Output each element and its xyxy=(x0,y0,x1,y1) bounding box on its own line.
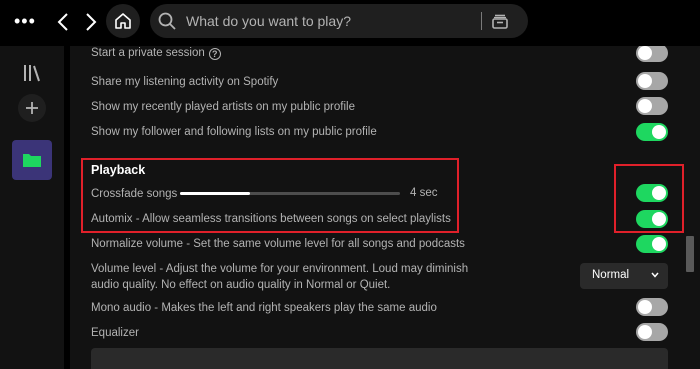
recent-artists-row: Show my recently played artists on my pu… xyxy=(91,100,355,114)
recent-artists-label: Show my recently played artists on my pu… xyxy=(91,101,355,113)
recent-artists-toggle[interactable] xyxy=(636,97,668,115)
volume-level-select[interactable]: Normal xyxy=(580,263,668,289)
scrollbar[interactable] xyxy=(686,236,694,272)
normalize-toggle[interactable] xyxy=(636,235,668,253)
follower-lists-toggle[interactable] xyxy=(636,123,668,141)
create-playlist-button[interactable] xyxy=(18,94,46,122)
search-bar xyxy=(150,4,528,38)
playback-highlight-box xyxy=(81,158,459,233)
volume-level-selected: Normal xyxy=(592,269,630,281)
share-activity-label: Share my listening activity on Spotify xyxy=(91,76,279,88)
private-session-row: Start a private session? xyxy=(91,46,221,60)
follower-lists-row: Show my follower and following lists on … xyxy=(91,125,377,139)
normalize-label: Normalize volume - Set the same volume l… xyxy=(91,238,465,250)
volume-level-label-line1: Volume level - Adjust the volume for you… xyxy=(91,263,469,275)
chevron-down-icon xyxy=(651,272,659,278)
forward-arrow-icon[interactable] xyxy=(80,10,102,34)
mono-audio-label: Mono audio - Makes the left and right sp… xyxy=(91,302,437,314)
search-input[interactable] xyxy=(186,4,476,38)
volume-level-label-line2: audio quality. No effect on audio qualit… xyxy=(91,279,391,291)
home-icon xyxy=(115,13,131,29)
mono-audio-toggle[interactable] xyxy=(636,298,668,316)
share-activity-toggle[interactable] xyxy=(636,72,668,90)
folder-item[interactable] xyxy=(12,140,52,180)
follower-lists-label: Show my follower and following lists on … xyxy=(91,126,377,138)
toggles-highlight-box xyxy=(614,164,684,233)
normalize-row: Normalize volume - Set the same volume l… xyxy=(91,237,465,251)
browse-icon[interactable] xyxy=(490,11,510,31)
top-bar: ••• xyxy=(0,0,700,46)
more-menu-button[interactable]: ••• xyxy=(14,12,36,30)
equalizer-label: Equalizer xyxy=(91,327,139,339)
private-session-toggle[interactable] xyxy=(636,46,668,62)
volume-level-row: Volume level - Adjust the volume for you… xyxy=(91,262,468,292)
search-divider xyxy=(481,12,482,30)
share-activity-row: Share my listening activity on Spotify xyxy=(91,75,278,89)
back-arrow-icon[interactable] xyxy=(52,10,74,34)
folder-icon xyxy=(23,154,41,167)
home-button[interactable] xyxy=(106,4,140,38)
equalizer-toggle[interactable] xyxy=(636,323,668,341)
mono-audio-row: Mono audio - Makes the left and right sp… xyxy=(91,301,437,315)
equalizer-panel xyxy=(91,348,668,369)
search-icon[interactable] xyxy=(158,12,176,30)
sidebar xyxy=(0,46,64,369)
equalizer-row: Equalizer xyxy=(91,326,139,340)
plus-icon xyxy=(26,102,38,114)
library-icon[interactable] xyxy=(21,62,43,84)
info-icon[interactable]: ? xyxy=(208,48,221,60)
private-session-label: Start a private session xyxy=(91,47,205,59)
